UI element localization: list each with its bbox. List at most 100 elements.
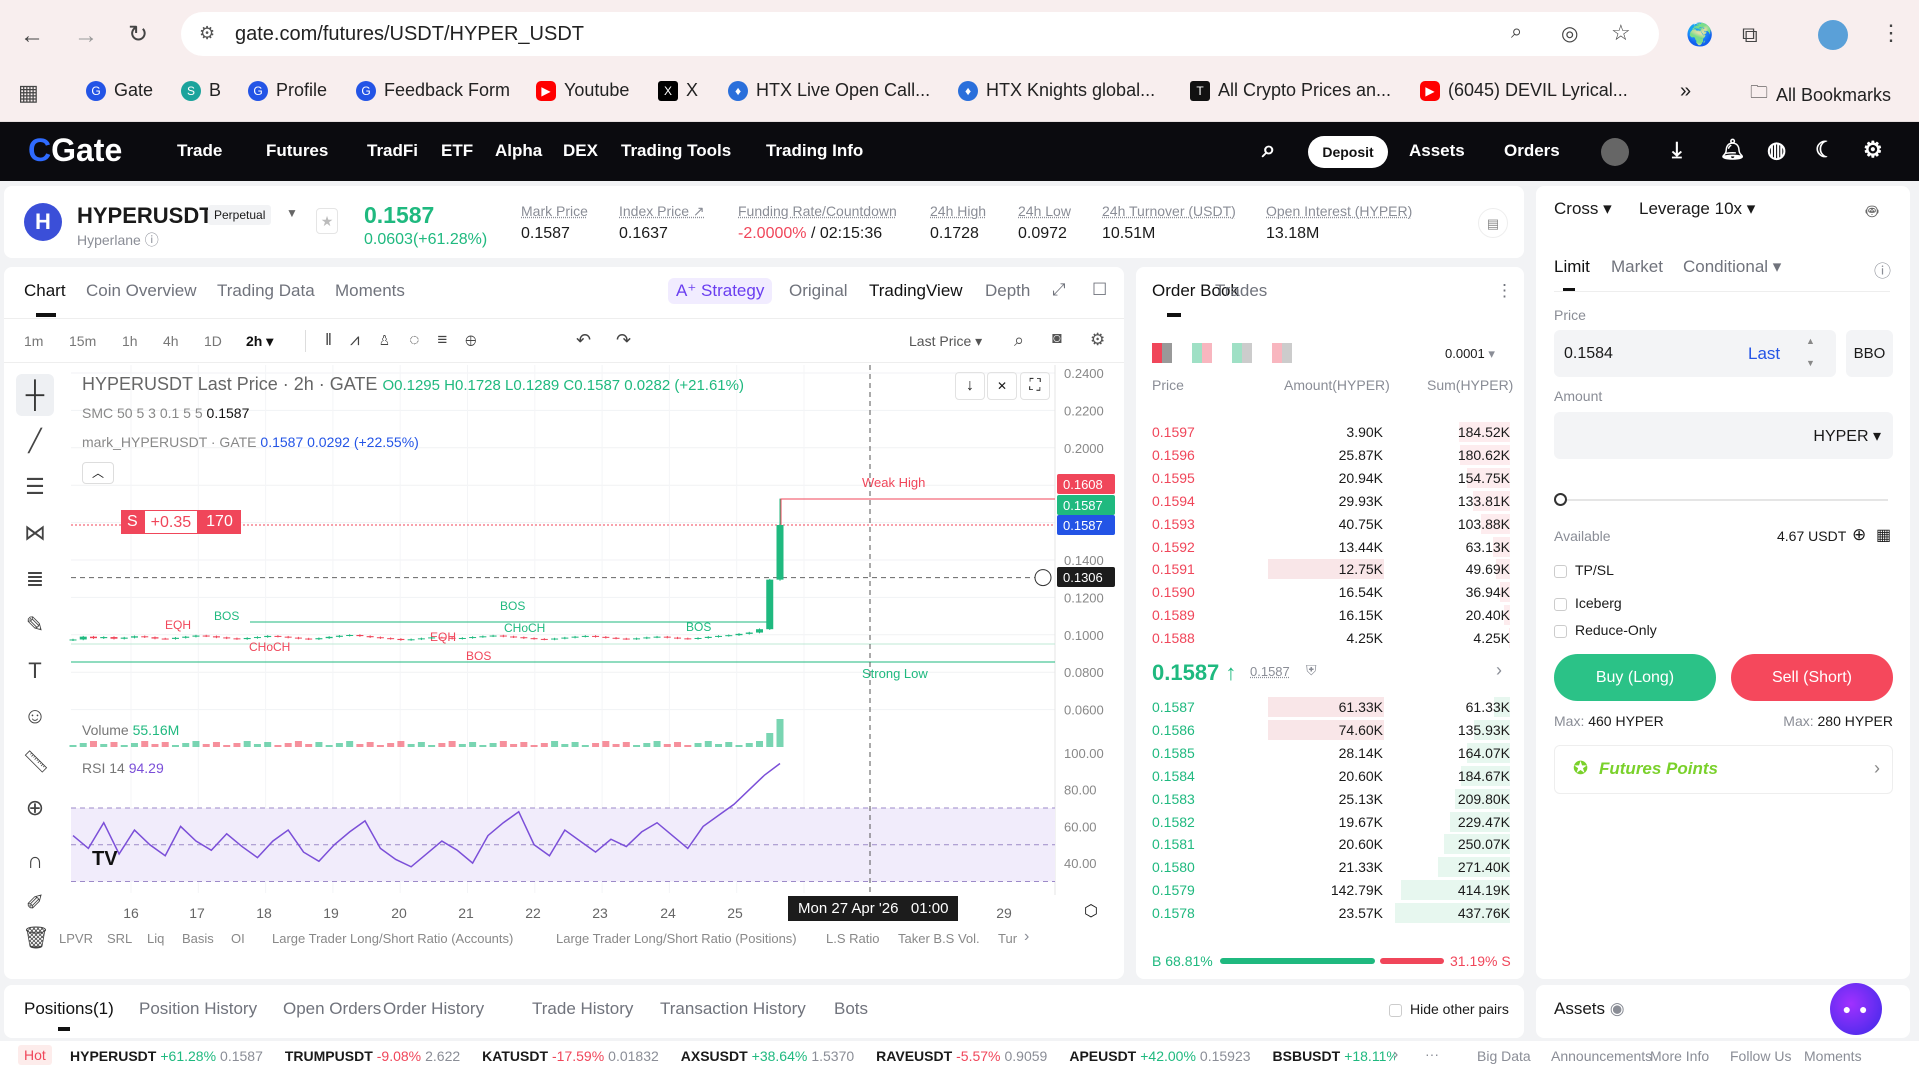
bottom-tab-3[interactable]: Order History [383, 999, 484, 1019]
increment-icon[interactable]: ▲ [1806, 336, 1815, 346]
layout-split-icon[interactable] [1192, 343, 1212, 363]
eye-icon[interactable]: ◉ [1610, 999, 1625, 1018]
indicator-8[interactable]: Taker B.S Vol. [898, 931, 980, 946]
info-icon[interactable]: ⓘ [1874, 257, 1891, 282]
indicator-scroll-icon[interactable]: › [1024, 928, 1029, 946]
globe-icon[interactable]: ◍ [1767, 137, 1786, 163]
user-avatar[interactable] [1601, 138, 1629, 166]
menu-icon[interactable]: ⋮ [1880, 20, 1902, 46]
last-price-button[interactable]: Last [1748, 344, 1780, 364]
nav-orders[interactable]: Orders [1504, 141, 1560, 161]
fit-icon[interactable]: ⛶ [1020, 372, 1050, 400]
guide-book-icon[interactable]: ▤ [1478, 208, 1508, 238]
indicator-4[interactable]: OI [231, 931, 245, 946]
slider-handle[interactable] [1554, 493, 1567, 506]
footer-link-2[interactable]: More Info [1650, 1048, 1709, 1064]
eye-off-icon[interactable]: ◎ [1561, 21, 1578, 46]
ticker-next-icon[interactable]: › [1393, 1046, 1398, 1064]
ticker-more-icon[interactable]: ··· [1425, 1046, 1439, 1062]
bell-icon[interactable]: 🔔︎ [1720, 137, 1745, 162]
puzzle-icon[interactable]: ⧉ [1742, 22, 1758, 48]
bottom-tab-6[interactable]: Bots [834, 999, 868, 1019]
sell-short-button[interactable]: Sell (Short) [1731, 654, 1893, 701]
tab-trades[interactable]: Trades [1215, 281, 1267, 301]
position-tag[interactable]: S +0.35 170 [121, 510, 241, 534]
bids-row[interactable]: 0.1587 61.33K 61.33K [1136, 696, 1524, 718]
asks-row[interactable]: 0.1596 25.87K 180.62K [1136, 444, 1524, 466]
search-icon[interactable]: ⌕ [1262, 136, 1275, 164]
bookmark-crypto-prices[interactable]: T All Crypto Prices an... [1190, 80, 1391, 101]
ticker-item[interactable]: KATUSDT -17.59% 0.01832 [482, 1048, 663, 1064]
asks-row[interactable]: 0.1595 20.94K 154.75K [1136, 467, 1524, 489]
price-input[interactable]: 0.1584 Last ▲ ▼ [1554, 330, 1836, 377]
futures-points-card[interactable]: ✪ Futures Points › [1554, 745, 1893, 794]
time-settings-icon[interactable]: ⬡ [1084, 901, 1098, 921]
footer-link-0[interactable]: Big Data [1477, 1048, 1531, 1064]
ticker-item[interactable]: TRUMPUSDT -9.08% 2.622 [285, 1048, 464, 1064]
asks-row[interactable]: 0.1591 12.75K 49.69K [1136, 558, 1524, 580]
asks-row[interactable]: 0.1592 13.44K 63.13K [1136, 536, 1524, 558]
tab-market[interactable]: Market [1611, 257, 1663, 277]
bids-row[interactable]: 0.1583 25.13K 209.80K [1136, 788, 1524, 810]
download-icon[interactable]: ⤓ [1672, 137, 1682, 163]
bottom-tab-1[interactable]: Position History [139, 999, 257, 1019]
ticker-item[interactable]: HYPERUSDT +61.28% 0.1587 [70, 1048, 267, 1064]
settings-gear-icon[interactable]: ⚙ [1863, 137, 1883, 163]
indicator-7[interactable]: L.S Ratio [826, 931, 879, 946]
asks-row[interactable]: 0.1590 16.54K 36.94K [1136, 581, 1524, 603]
bottom-tab-0[interactable]: Positions(1) [24, 999, 114, 1019]
footer-link-3[interactable]: Follow Us [1730, 1048, 1791, 1064]
indicator-1[interactable]: SRL [107, 931, 132, 946]
nav-assets[interactable]: Assets [1409, 141, 1465, 161]
margin-mode-select[interactable]: Cross ▾ [1554, 199, 1612, 219]
bids-row[interactable]: 0.1584 20.60K 184.67K [1136, 765, 1524, 787]
bottom-tab-5[interactable]: Transaction History [660, 999, 806, 1019]
bids-row[interactable]: 0.1585 28.14K 164.07K [1136, 742, 1524, 764]
bids-row[interactable]: 0.1581 20.60K 250.07K [1136, 833, 1524, 855]
asks-row[interactable]: 0.1588 4.25K 4.25K [1136, 627, 1524, 649]
more-bookmarks-icon[interactable]: » [1680, 80, 1691, 103]
buy-long-button[interactable]: Buy (Long) [1554, 654, 1716, 701]
bottom-tab-2[interactable]: Open Orders [283, 999, 381, 1019]
all-bookmarks[interactable]: 🗀 All Bookmarks [1750, 80, 1891, 110]
indicator-0[interactable]: LPVR [59, 931, 93, 946]
footer-link-4[interactable]: Moments [1804, 1048, 1862, 1064]
add-funds-icon[interactable]: ⊕ [1852, 525, 1866, 545]
bids-row[interactable]: 0.1578 23.57K 437.76K [1136, 902, 1524, 924]
footer-link-1[interactable]: Announcements [1551, 1048, 1652, 1064]
amount-input[interactable]: HYPER ▾ [1554, 412, 1893, 459]
bids-row[interactable]: 0.1579 142.79K 414.19K [1136, 879, 1524, 901]
deposit-button[interactable]: Deposit [1308, 136, 1388, 168]
tradingview-logo[interactable]: TV [92, 848, 118, 871]
bids-row[interactable]: 0.1586 74.60K 135.93K [1136, 719, 1524, 741]
bbo-button[interactable]: BBO [1846, 330, 1893, 377]
ticker-item[interactable]: BSBUSDT +18.11% [1273, 1048, 1395, 1064]
ticker-item[interactable]: AXSUSDT +38.64% 1.5370 [681, 1048, 858, 1064]
indicator-2[interactable]: Liq [147, 931, 164, 946]
tpsl-checkbox[interactable]: TP/SL [1554, 562, 1614, 578]
precision-select[interactable]: 0.0001 ▾ [1445, 346, 1495, 362]
bookmark-devil[interactable]: ▶ (6045) DEVIL Lyrical... [1420, 80, 1628, 101]
tab-conditional[interactable]: Conditional ▾ [1683, 257, 1781, 277]
asks-row[interactable]: 0.1589 16.15K 20.40K [1136, 604, 1524, 626]
assistant-bot-button[interactable]: ● ● [1830, 983, 1882, 1035]
ticker-item[interactable]: RAVEUSDT -5.57% 0.9059 [876, 1048, 1051, 1064]
hide-other-pairs-checkbox[interactable]: Hide other pairs [1389, 1001, 1509, 1017]
ticker-item[interactable]: APEUSDT +42.00% 0.15923 [1069, 1048, 1254, 1064]
indicator-5[interactable]: Large Trader Long/Short Ratio (Accounts) [272, 931, 513, 946]
star-icon[interactable]: ☆ [1611, 20, 1631, 46]
bot-icon[interactable]: 🤖︎ [1866, 198, 1878, 226]
collapse-icon[interactable]: ✕ [987, 372, 1017, 400]
more-icon[interactable]: ⋮ [1496, 281, 1513, 301]
indicator-9[interactable]: Tur [998, 931, 1017, 946]
asks-row[interactable]: 0.1594 29.93K 133.81K [1136, 490, 1524, 512]
leverage-select[interactable]: Leverage 10x ▾ [1639, 199, 1755, 219]
layout-bids-icon[interactable] [1232, 343, 1252, 363]
bids-row[interactable]: 0.1582 19.67K 229.47K [1136, 811, 1524, 833]
collapse-legend-icon[interactable]: ︿ [82, 462, 114, 484]
asks-row[interactable]: 0.1593 40.75K 103.88K [1136, 513, 1524, 535]
scroll-latest-icon[interactable]: ↓ [955, 372, 985, 400]
unit-select[interactable]: HYPER ▾ [1813, 426, 1881, 446]
layout-both-icon[interactable] [1152, 343, 1172, 363]
indicator-3[interactable]: Basis [182, 931, 214, 946]
